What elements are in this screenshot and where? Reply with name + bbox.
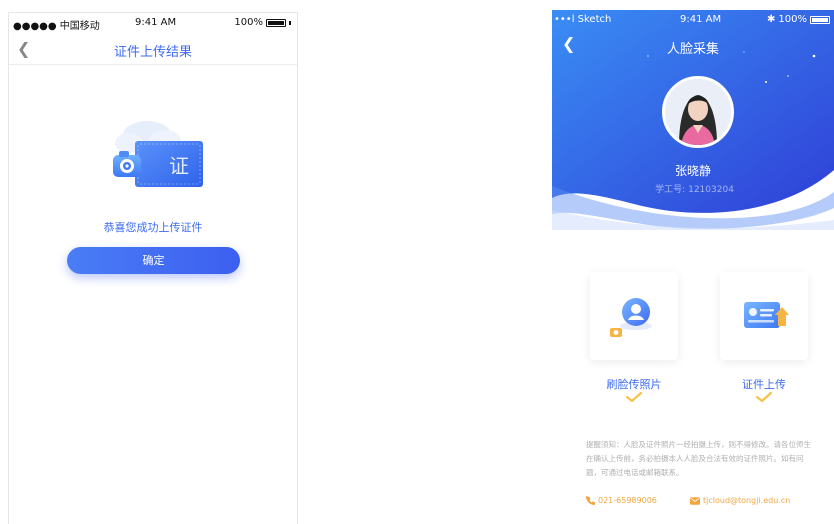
user-id: 学工号: 12103204 (552, 182, 834, 195)
user-id-value: 12103204 (688, 185, 734, 195)
mail-icon (690, 496, 700, 505)
contact-info: 021-65989006 tjcloud@tongji.edu.cn (586, 496, 826, 508)
status-bar: ●●●●● 中国移动 9:41 AM 100% (9, 13, 297, 33)
battery-icon (810, 15, 830, 24)
bluetooth-icon: ✱ (767, 14, 776, 25)
status-time: 9:41 AM (135, 17, 177, 28)
face-photo-card[interactable] (590, 272, 678, 360)
face-scan-icon (610, 298, 652, 337)
checkmark-icon (626, 392, 642, 402)
user-id-label: 学工号: (655, 185, 686, 195)
contact-email[interactable]: tjcloud@tongji.edu.cn (690, 496, 790, 505)
id-upload-card[interactable] (720, 272, 808, 360)
battery-percent: 100% (234, 17, 263, 28)
contact-phone-text: 021-65989006 (598, 496, 657, 505)
carrier-label: •••l Sketch (554, 14, 612, 25)
battery-percent: 100% (778, 14, 807, 25)
success-message: 恭喜您成功上传证件 (103, 221, 203, 234)
avatar (662, 76, 734, 148)
battery-icon (266, 18, 286, 27)
checkmark-icon (756, 392, 772, 402)
user-name: 张晓静 (674, 164, 711, 178)
status-time: 9:41 AM (680, 14, 722, 25)
page-title: 证件上传结果 (113, 45, 192, 60)
upload-result-screen: ●●●●● 中国移动 9:41 AM 100% ❮ 证件上传结果 证 恭喜您成功… (8, 12, 298, 524)
id-upload-label: 证件上传 (742, 378, 786, 391)
face-capture-screen: •••l Sketch 9:41 AM ✱ 100% ❮ 人脸采集 张晓静 学工… (552, 10, 834, 524)
id-card-icon (744, 302, 789, 328)
battery-indicator: ✱ 100% (767, 14, 830, 25)
contact-phone[interactable]: 021-65989006 (586, 496, 657, 505)
page-title: 人脸采集 (666, 42, 719, 57)
carrier-label: ●●●●● 中国移动 (13, 21, 100, 32)
id-upload-illustration: 证 (113, 121, 203, 187)
status-bar: •••l Sketch 9:41 AM ✱ 100% (552, 10, 834, 30)
face-photo-label: 刷脸传照片 (606, 378, 662, 391)
notice-text: 提醒须知：人脸及证件照片一经拍摄上传，则不得修改。请各位师生在确认上传前，务必拍… (586, 440, 811, 477)
nav-bar: ❮ 证件上传结果 (9, 33, 297, 65)
avatar-photo (665, 79, 731, 145)
id-card-badge: 证 (169, 154, 189, 178)
confirm-button[interactable]: 确定 (67, 247, 240, 274)
contact-email-text: tjcloud@tongji.edu.cn (703, 496, 791, 505)
phone-icon (586, 496, 595, 505)
battery-indicator: 100% (234, 17, 291, 28)
